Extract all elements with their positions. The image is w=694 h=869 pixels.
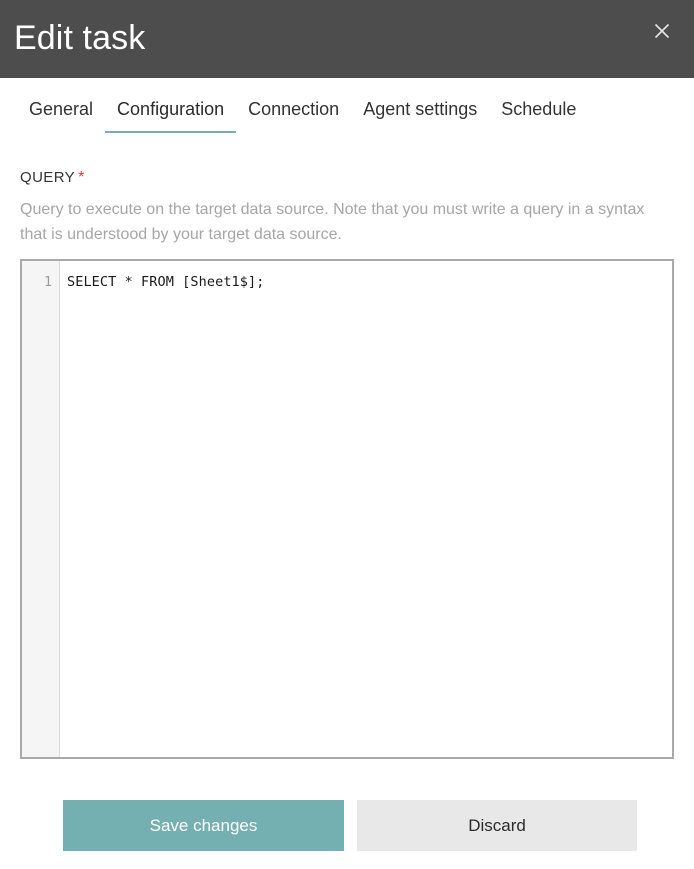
line-number: 1 (44, 275, 52, 290)
query-input[interactable]: SELECT * FROM [Sheet1$]; (60, 261, 672, 757)
tab-connection[interactable]: Connection (236, 98, 351, 133)
tab-general[interactable]: General (29, 98, 105, 133)
query-code-editor[interactable]: 1 SELECT * FROM [Sheet1$]; (20, 259, 674, 759)
tab-strip: General Configuration Connection Agent s… (29, 98, 588, 133)
required-asterisk: * (78, 169, 85, 186)
discard-button[interactable]: Discard (357, 800, 637, 851)
edit-task-dialog: Edit task General Configuration Connecti… (0, 0, 694, 869)
tab-bar: General Configuration Connection Agent s… (0, 78, 694, 136)
tab-label: Connection (248, 99, 340, 119)
query-field-help-text: Query to execute on the target data sour… (20, 201, 645, 243)
tab-schedule[interactable]: Schedule (489, 98, 588, 133)
editor-line-number-gutter: 1 (22, 261, 60, 757)
close-button[interactable] (640, 10, 684, 52)
close-icon (652, 21, 672, 41)
dialog-footer: Save changes Discard (0, 800, 694, 852)
tab-agent-settings[interactable]: Agent settings (351, 98, 489, 133)
page-title: Edit task (14, 19, 146, 57)
tab-label: Configuration (117, 99, 225, 119)
tab-configuration[interactable]: Configuration (105, 98, 237, 133)
tab-label: General (29, 99, 94, 119)
query-field-block: QUERY * Query to execute on the target da… (20, 168, 676, 247)
query-label-text: QUERY (20, 169, 76, 186)
tab-label: Agent settings (363, 99, 478, 119)
save-changes-button[interactable]: Save changes (63, 800, 344, 851)
tab-label: Schedule (501, 99, 577, 119)
dialog-header: Edit task (0, 0, 694, 78)
query-field-label: QUERY * (20, 168, 676, 188)
code-line: SELECT * FROM [Sheet1$]; (67, 274, 265, 290)
